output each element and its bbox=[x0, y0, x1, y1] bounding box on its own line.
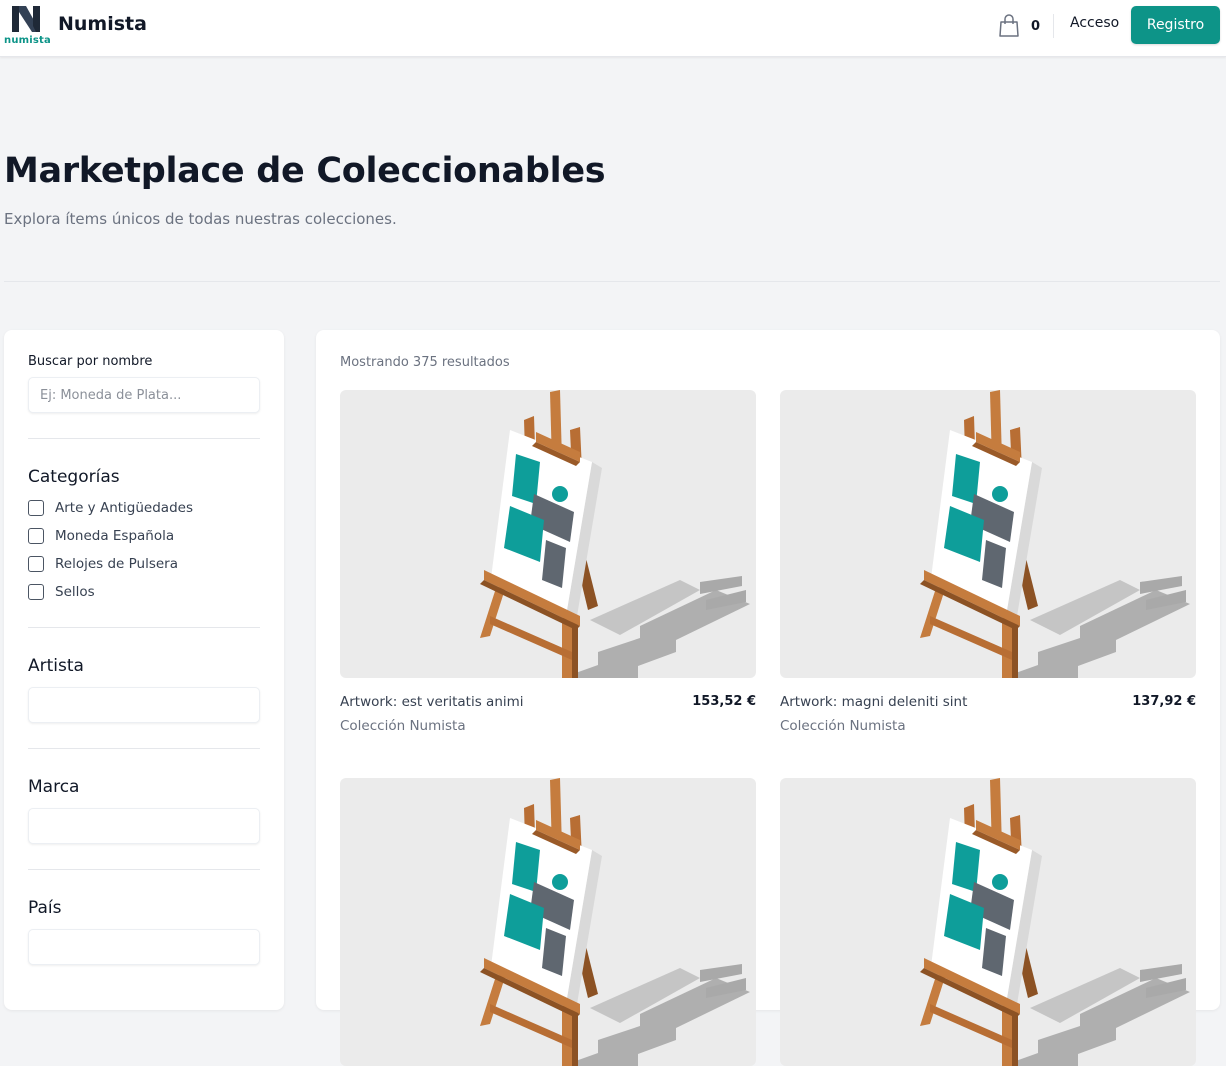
results-panel: Mostrando 375 resultados Artwork: est ve… bbox=[316, 330, 1220, 1066]
product-card[interactable] bbox=[340, 778, 756, 1066]
easel-icon bbox=[920, 778, 1190, 1066]
country-select[interactable] bbox=[28, 929, 260, 965]
product-image[interactable] bbox=[780, 390, 1196, 678]
filter-divider bbox=[28, 627, 260, 628]
product-price: 137,92 € bbox=[1132, 694, 1196, 709]
category-label: Sellos bbox=[55, 584, 95, 600]
cart-button[interactable]: 0 bbox=[998, 13, 1040, 39]
product-image[interactable] bbox=[340, 390, 756, 678]
product-card[interactable]: Artwork: est veritatis animi 153,52 € Co… bbox=[340, 390, 756, 734]
category-label: Arte y Antigüedades bbox=[55, 500, 193, 516]
artist-title: Artista bbox=[28, 656, 84, 676]
header-divider bbox=[1053, 14, 1054, 38]
checkbox[interactable] bbox=[28, 528, 44, 544]
product-collection: Colección Numista bbox=[780, 718, 906, 734]
filter-divider bbox=[28, 869, 260, 870]
checkbox[interactable] bbox=[28, 556, 44, 572]
easel-icon bbox=[480, 778, 750, 1066]
top-navbar: numista Numista 0 Acceso Registro bbox=[0, 0, 1226, 57]
shopping-bag-icon bbox=[999, 14, 1019, 37]
page-subtitle: Explora ítems únicos de todas nuestras c… bbox=[4, 210, 397, 228]
logo-n-icon bbox=[12, 6, 40, 32]
cart-count: 0 bbox=[1031, 18, 1041, 34]
brand-title: Marca bbox=[28, 777, 80, 797]
category-checkbox-arte[interactable]: Arte y Antigüedades bbox=[28, 498, 193, 518]
easel-icon bbox=[480, 390, 750, 678]
product-collection: Colección Numista bbox=[340, 718, 466, 734]
category-checkbox-sellos[interactable]: Sellos bbox=[28, 582, 95, 602]
register-button[interactable]: Registro bbox=[1131, 6, 1220, 44]
product-name[interactable]: Artwork: est veritatis animi bbox=[340, 694, 524, 710]
filter-divider bbox=[28, 438, 260, 439]
filter-divider bbox=[28, 748, 260, 749]
logo-text: numista bbox=[4, 35, 51, 46]
country-title: País bbox=[28, 898, 62, 918]
product-image[interactable] bbox=[340, 778, 756, 1066]
product-name[interactable]: Artwork: magni deleniti sint bbox=[780, 694, 967, 710]
checkbox[interactable] bbox=[28, 500, 44, 516]
results-count: Mostrando 375 resultados bbox=[340, 355, 510, 370]
checkbox[interactable] bbox=[28, 584, 44, 600]
search-input[interactable] bbox=[28, 377, 260, 413]
login-link[interactable]: Acceso bbox=[1070, 15, 1119, 31]
artist-select[interactable] bbox=[28, 687, 260, 723]
numista-logo[interactable]: numista bbox=[4, 4, 51, 48]
categories-title: Categorías bbox=[28, 467, 120, 487]
filters-sidebar: Buscar por nombre Categorías Arte y Anti… bbox=[4, 330, 284, 1010]
category-label: Relojes de Pulsera bbox=[55, 556, 179, 572]
hero-divider bbox=[4, 281, 1220, 282]
product-card[interactable]: Artwork: magni deleniti sint 137,92 € Co… bbox=[780, 390, 1196, 734]
product-card[interactable] bbox=[780, 778, 1196, 1066]
easel-icon bbox=[920, 390, 1190, 678]
product-image[interactable] bbox=[780, 778, 1196, 1066]
brand-select[interactable] bbox=[28, 808, 260, 844]
category-checkbox-moneda[interactable]: Moneda Española bbox=[28, 526, 174, 546]
page-title: Marketplace de Coleccionables bbox=[4, 151, 606, 191]
category-label: Moneda Española bbox=[55, 528, 175, 544]
product-price: 153,52 € bbox=[692, 694, 756, 709]
search-label: Buscar por nombre bbox=[28, 354, 153, 369]
brand-name[interactable]: Numista bbox=[58, 13, 147, 35]
category-checkbox-relojes[interactable]: Relojes de Pulsera bbox=[28, 554, 178, 574]
